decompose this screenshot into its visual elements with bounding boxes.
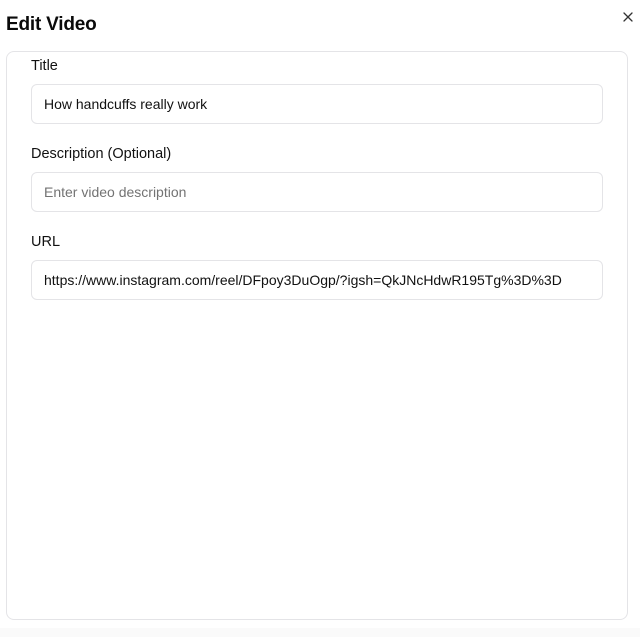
title-input[interactable] [31,84,603,124]
close-button[interactable] [618,7,638,27]
url-input[interactable] [31,260,603,300]
url-label: URL [31,234,61,250]
dialog-footer-area [0,628,640,637]
edit-video-dialog: Edit Video Title Description (Optional) … [0,0,640,637]
form-panel: Title Description (Optional) URL [6,51,628,620]
dialog-title: Edit Video [6,14,97,35]
description-label: Description (Optional) [31,146,172,162]
description-input[interactable] [31,172,603,212]
close-icon [623,12,633,22]
title-label: Title [31,58,58,74]
